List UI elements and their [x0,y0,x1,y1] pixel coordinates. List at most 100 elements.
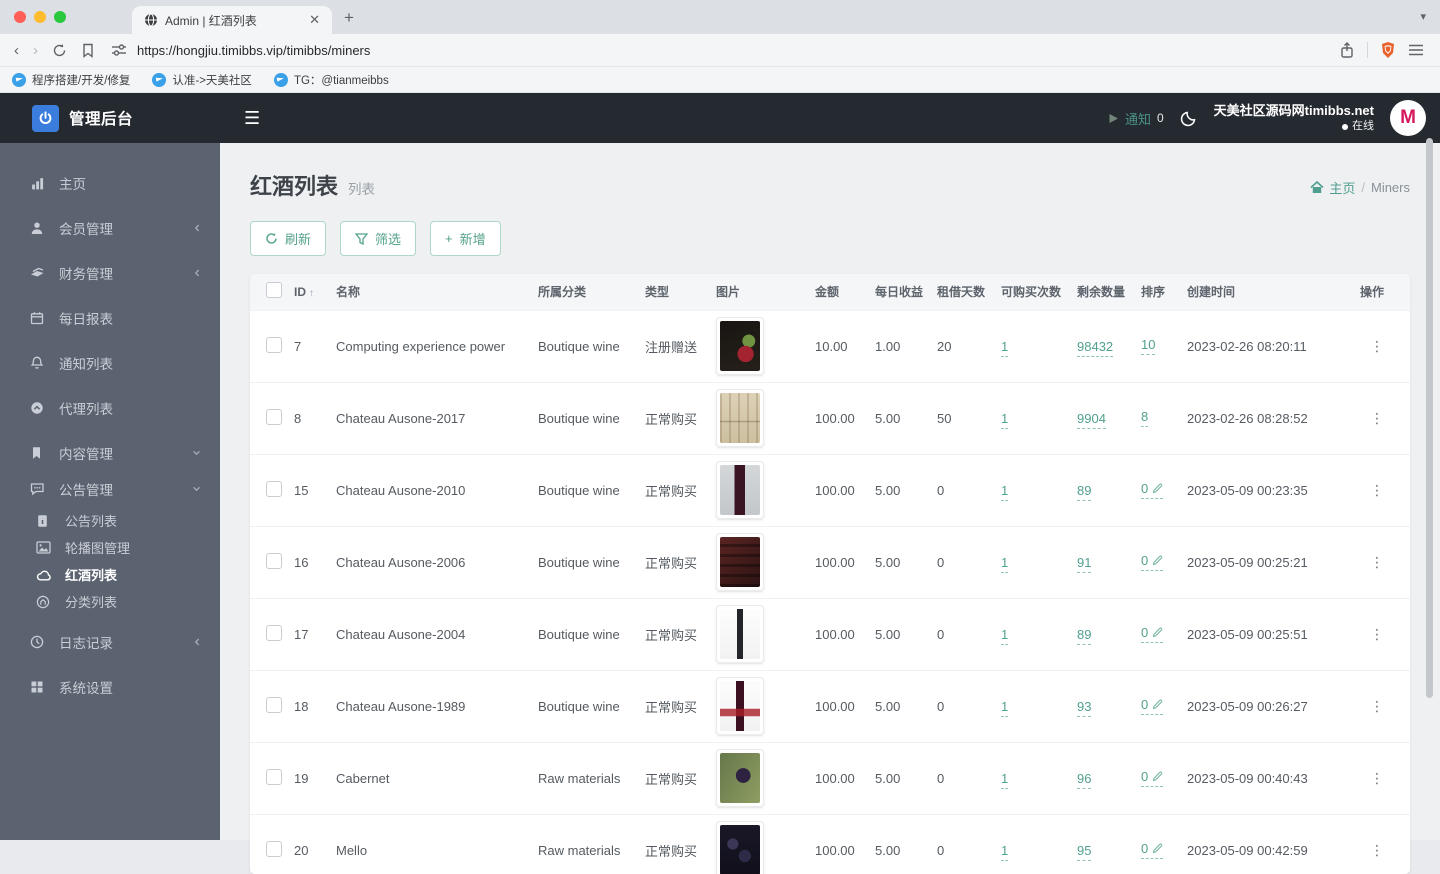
doc-icon [36,513,52,529]
sidebar-item-财务管理[interactable]: 财务管理 [0,255,220,291]
row-checkbox[interactable] [266,624,282,641]
back-icon[interactable]: ‹ [14,42,19,59]
remaining-editable[interactable]: 93 [1077,698,1092,717]
forward-icon[interactable]: › [33,42,38,59]
share-icon[interactable] [1339,41,1355,59]
sidebar-item-系统设置[interactable]: 系统设置 [0,669,220,705]
sidebar-item-每日报表[interactable]: 每日报表 [0,300,220,336]
sort-editable[interactable]: 0 [1141,481,1164,499]
sidebar-item-内容管理[interactable]: 内容管理 [0,435,220,471]
row-actions-kebab-icon[interactable]: ⋮ [1370,627,1384,641]
product-image[interactable] [716,605,764,663]
cell-amount: 100.00 [811,741,871,814]
edit-sort-icon [1152,627,1163,638]
row-checkbox[interactable] [266,552,282,569]
sidebar-toggle-icon[interactable]: ☰ [244,109,260,127]
sort-editable[interactable]: 0 [1141,769,1164,787]
sidebar-item-会员管理[interactable]: 会员管理 [0,210,220,246]
sort-editable[interactable]: 0 [1141,553,1164,571]
sidebar-item-日志记录[interactable]: 日志记录 [0,624,220,660]
brand[interactable]: 管理后台 [0,104,220,132]
sidebar-item-主页[interactable]: 主页 [0,165,220,201]
sort-editable[interactable]: 0 [1141,625,1164,643]
row-checkbox[interactable] [266,480,282,497]
reload-icon[interactable] [52,43,67,58]
remaining-editable[interactable]: 98432 [1077,338,1114,357]
row-actions-kebab-icon[interactable]: ⋮ [1370,339,1384,353]
tab-close-icon[interactable]: ✕ [305,12,324,28]
row-checkbox[interactable] [266,336,282,353]
remaining-editable[interactable]: 91 [1077,554,1092,573]
remaining-editable[interactable]: 9904 [1077,410,1106,429]
vertical-scrollbar[interactable] [1426,138,1433,698]
row-checkbox[interactable] [266,696,282,713]
product-image[interactable] [716,461,764,519]
buy-times-editable[interactable]: 1 [1001,626,1009,645]
buy-times-editable[interactable]: 1 [1001,770,1009,789]
browser-tab[interactable]: Admin | 红酒列表 ✕ [132,6,332,34]
sort-editable[interactable]: 10 [1141,337,1156,355]
window-minimize-button[interactable] [34,11,46,23]
remaining-editable[interactable]: 96 [1077,770,1092,789]
sidebar-item-通知列表[interactable]: 通知列表 [0,345,220,381]
row-actions-kebab-icon[interactable]: ⋮ [1370,699,1384,713]
sort-editable[interactable]: 0 [1141,841,1164,860]
sidebar-item-公告管理[interactable]: 公告管理 [0,471,220,507]
dark-mode-moon-icon[interactable] [1180,109,1198,127]
bookmark-item[interactable]: 程序搭建/开发/修复 [12,72,130,88]
buy-times-editable[interactable]: 1 [1001,410,1009,429]
buy-times-editable[interactable]: 1 [1001,554,1009,573]
product-image[interactable] [716,533,764,591]
window-zoom-button[interactable] [54,11,66,23]
sidebar-item-分类列表[interactable]: 分类列表 [0,588,220,615]
row-actions-kebab-icon[interactable]: ⋮ [1370,411,1384,425]
select-all-checkbox[interactable] [266,282,282,299]
breadcrumb-home[interactable]: 主页 [1310,178,1355,197]
product-image[interactable] [716,389,764,447]
row-actions-kebab-icon[interactable]: ⋮ [1370,843,1384,857]
buy-times-editable[interactable]: 1 [1001,842,1009,861]
row-checkbox[interactable] [266,840,282,857]
sort-editable[interactable]: 0 [1141,697,1164,715]
browser-tab-strip: Admin | 红酒列表 ✕ + ▾ [0,0,1440,34]
address-bar[interactable]: https://hongjiu.timibbs.vip/timibbs/mine… [137,43,1339,58]
buy-times-editable[interactable]: 1 [1001,482,1009,501]
sort-editable[interactable]: 8 [1141,409,1149,427]
add-button[interactable]: + 新增 [430,221,501,256]
buy-times-editable[interactable]: 1 [1001,698,1009,717]
bookmark-item[interactable]: 认准->天美社区 [152,72,252,88]
toolbar-divider [1367,42,1368,58]
bookmark-item[interactable]: TG：@tianmeibbs [273,72,389,88]
page-title: 红酒列表 [250,174,339,199]
remaining-editable[interactable]: 89 [1077,626,1092,645]
product-image[interactable] [716,317,764,375]
filter-button[interactable]: 筛选 [340,221,417,256]
product-image[interactable] [716,821,764,874]
sidebar-item-轮播图管理[interactable]: 轮播图管理 [0,534,220,561]
row-actions-kebab-icon[interactable]: ⋮ [1370,771,1384,785]
row-checkbox[interactable] [266,408,282,425]
buy-times-editable[interactable]: 1 [1001,338,1009,357]
refresh-button[interactable]: 刷新 [250,221,327,256]
sidebar-item-红酒列表[interactable]: 红酒列表 [0,561,220,588]
remaining-editable[interactable]: 89 [1077,482,1092,501]
product-image[interactable] [716,677,764,735]
column-rent-days: 租借天数 [933,274,997,310]
new-tab-button[interactable]: + [344,8,354,28]
cell-name: Chateau Ausone-2004 [332,597,534,670]
user-avatar[interactable]: M [1390,100,1426,136]
product-image[interactable] [716,749,764,807]
row-actions-kebab-icon[interactable]: ⋮ [1370,483,1384,497]
sidebar-item-公告列表[interactable]: 公告列表 [0,507,220,534]
row-actions-kebab-icon[interactable]: ⋮ [1370,555,1384,569]
site-settings-icon[interactable] [111,43,127,57]
row-checkbox[interactable] [266,768,282,785]
sidebar-item-代理列表[interactable]: 代理列表 [0,390,220,426]
notifications[interactable]: 通知 0 [1108,109,1164,128]
remaining-editable[interactable]: 95 [1077,842,1092,861]
reading-list-icon[interactable] [81,43,95,58]
browser-menu-icon[interactable] [1408,43,1424,57]
tab-search-chevron-icon[interactable]: ▾ [1420,10,1426,23]
window-close-button[interactable] [14,11,26,23]
brave-shield-icon[interactable] [1380,41,1396,59]
